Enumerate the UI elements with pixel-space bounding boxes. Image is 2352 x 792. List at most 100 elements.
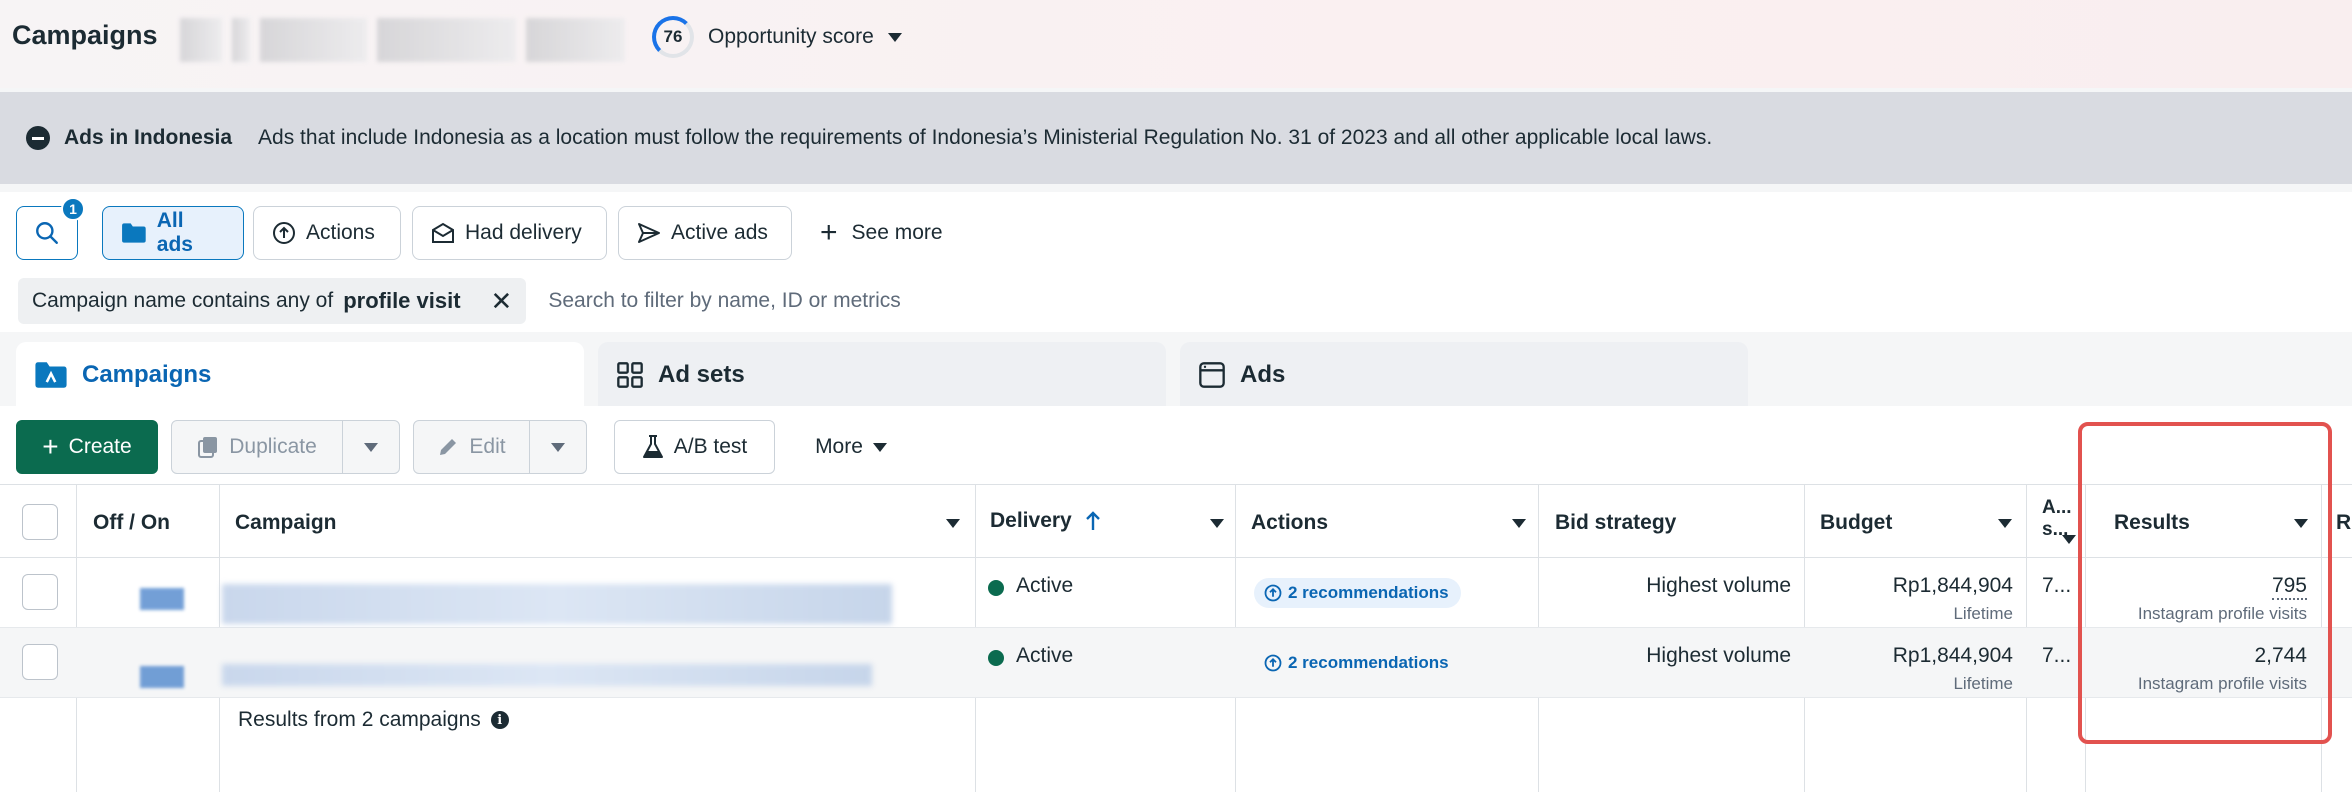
header-actions[interactable]: Actions xyxy=(1251,511,1328,535)
filter-chip[interactable]: Campaign name contains any of profile vi… xyxy=(18,278,527,324)
duplicate-button[interactable]: Duplicate xyxy=(171,420,343,474)
delivery-status: Active xyxy=(1016,644,1074,667)
status-dot-icon xyxy=(988,580,1004,596)
recommendations-label: 2 recommendations xyxy=(1288,583,1449,602)
chevron-down-icon xyxy=(872,442,887,452)
chevron-down-icon xyxy=(551,442,565,452)
filter-search-input[interactable]: Search to filter by name, ID or metrics xyxy=(548,289,900,313)
see-more-button[interactable]: + See more xyxy=(820,206,943,260)
header-next-column[interactable]: R xyxy=(2336,511,2351,535)
campaign-name-redacted[interactable] xyxy=(222,584,892,624)
score-ring-icon: 76 xyxy=(652,16,694,58)
header-bid-strategy[interactable]: Bid strategy xyxy=(1555,511,1676,535)
campaigns-table: Off / On Campaign Delivery Actions Bid s… xyxy=(0,484,2352,792)
notice-banner: Ads in Indonesia Ads that include Indone… xyxy=(0,92,2352,184)
attribution-value: 7... xyxy=(2042,574,2072,597)
duplicate-dropdown[interactable] xyxy=(342,420,400,474)
see-more-label: See more xyxy=(851,221,943,244)
summary-row: Results from 2 campaigns i xyxy=(238,708,509,732)
grid-icon xyxy=(617,362,643,388)
minus-circle-icon xyxy=(26,126,50,150)
had-delivery-button[interactable]: Had delivery xyxy=(412,206,607,260)
toggle-switch-redacted[interactable] xyxy=(140,588,184,610)
status-dot-icon xyxy=(988,650,1004,666)
all-ads-button[interactable]: All ads xyxy=(102,206,244,260)
budget-type: Lifetime xyxy=(1953,674,2013,693)
create-label: Create xyxy=(68,435,132,458)
account-selector-redacted[interactable] xyxy=(180,18,625,62)
copy-icon xyxy=(198,437,218,458)
tab-ad-sets[interactable]: Ad sets xyxy=(598,342,1166,408)
header-attribution-line1: A... xyxy=(2042,497,2072,518)
score-value: 76 xyxy=(663,27,683,46)
header-delivery-label: Delivery xyxy=(990,509,1072,532)
select-all-checkbox[interactable] xyxy=(22,504,58,540)
ad-window-icon xyxy=(1199,362,1225,388)
opportunity-score[interactable]: 76 Opportunity score xyxy=(652,16,902,58)
filter-count-badge: 1 xyxy=(61,197,85,221)
arrow-up-icon xyxy=(1085,511,1100,530)
info-icon[interactable]: i xyxy=(490,711,509,729)
campaign-name-redacted[interactable] xyxy=(222,664,872,686)
edit-button[interactable]: Edit xyxy=(413,420,530,474)
page-header: Campaigns 76 Opportunity score xyxy=(0,0,2352,88)
sort-caret-icon[interactable] xyxy=(2062,535,2076,544)
header-delivery[interactable]: Delivery xyxy=(990,509,1102,533)
edit-label: Edit xyxy=(469,435,506,458)
active-ads-label: Active ads xyxy=(671,221,768,244)
header-off-on: Off / On xyxy=(93,511,170,534)
sort-caret-icon[interactable] xyxy=(946,519,960,528)
close-icon[interactable]: ✕ xyxy=(491,288,513,314)
all-ads-label: All ads xyxy=(156,209,193,256)
search-icon xyxy=(36,222,58,244)
header-campaign[interactable]: Campaign xyxy=(235,511,337,535)
tab-campaigns[interactable]: Campaigns xyxy=(16,342,584,408)
upload-circle-icon xyxy=(273,222,295,244)
sort-caret-icon[interactable] xyxy=(1998,519,2012,528)
recommendations-link[interactable]: 2 recommendations xyxy=(1254,648,1461,678)
search-button[interactable]: 1 xyxy=(16,197,85,260)
budget-value: Rp1,844,904 xyxy=(1892,574,2013,597)
more-label: More xyxy=(815,435,863,458)
tab-campaigns-label: Campaigns xyxy=(82,361,212,388)
plus-icon: + xyxy=(820,216,838,249)
table-row[interactable]: Active 2 recommendations Highest volume … xyxy=(0,558,2352,628)
attribution-value: 7... xyxy=(2042,644,2072,667)
more-button[interactable]: More xyxy=(796,420,906,474)
folder-icon xyxy=(122,223,146,243)
tab-ads[interactable]: Ads xyxy=(1180,342,1748,408)
flask-icon xyxy=(642,435,663,458)
ab-test-label: A/B test xyxy=(673,435,748,458)
score-label: Opportunity score xyxy=(708,25,874,48)
edit-dropdown[interactable] xyxy=(529,420,587,474)
banner-title: Ads in Indonesia xyxy=(64,126,233,149)
budget-type: Lifetime xyxy=(1953,604,2013,623)
pencil-icon xyxy=(440,439,457,455)
tab-ad-sets-label: Ad sets xyxy=(658,361,745,388)
create-button[interactable]: + Create xyxy=(16,420,158,474)
send-icon xyxy=(638,223,660,243)
tab-ads-label: Ads xyxy=(1240,361,1286,388)
row-checkbox[interactable] xyxy=(22,644,58,680)
recommendations-link[interactable]: 2 recommendations xyxy=(1254,578,1461,608)
banner-text: Ads that include Indonesia as a location… xyxy=(258,126,1713,149)
actions-filter-button[interactable]: Actions xyxy=(253,206,401,260)
chevron-down-icon xyxy=(887,32,902,42)
bid-strategy-value: Highest volume xyxy=(1646,644,1791,667)
chip-prefix: Campaign name contains any of xyxy=(32,289,334,312)
results-highlight-box xyxy=(2078,422,2332,744)
row-checkbox[interactable] xyxy=(22,574,58,610)
header-budget[interactable]: Budget xyxy=(1820,511,1892,535)
actions-filter-label: Actions xyxy=(306,221,375,244)
delivery-status: Active xyxy=(1016,574,1074,597)
sort-caret-icon[interactable] xyxy=(1512,519,1526,528)
toggle-switch-redacted[interactable] xyxy=(140,666,184,688)
ab-test-button[interactable]: A/B test xyxy=(614,420,775,474)
had-delivery-label: Had delivery xyxy=(465,221,582,244)
upload-circle-icon xyxy=(1264,654,1282,672)
active-ads-button[interactable]: Active ads xyxy=(618,206,792,260)
sort-caret-icon[interactable] xyxy=(1210,519,1224,528)
table-toolbar: + Create Duplicate Edit A/B test More xyxy=(0,406,2352,484)
table-header: Off / On Campaign Delivery Actions Bid s… xyxy=(0,484,2352,558)
table-row[interactable]: Active 2 recommendations Highest volume … xyxy=(0,628,2352,698)
